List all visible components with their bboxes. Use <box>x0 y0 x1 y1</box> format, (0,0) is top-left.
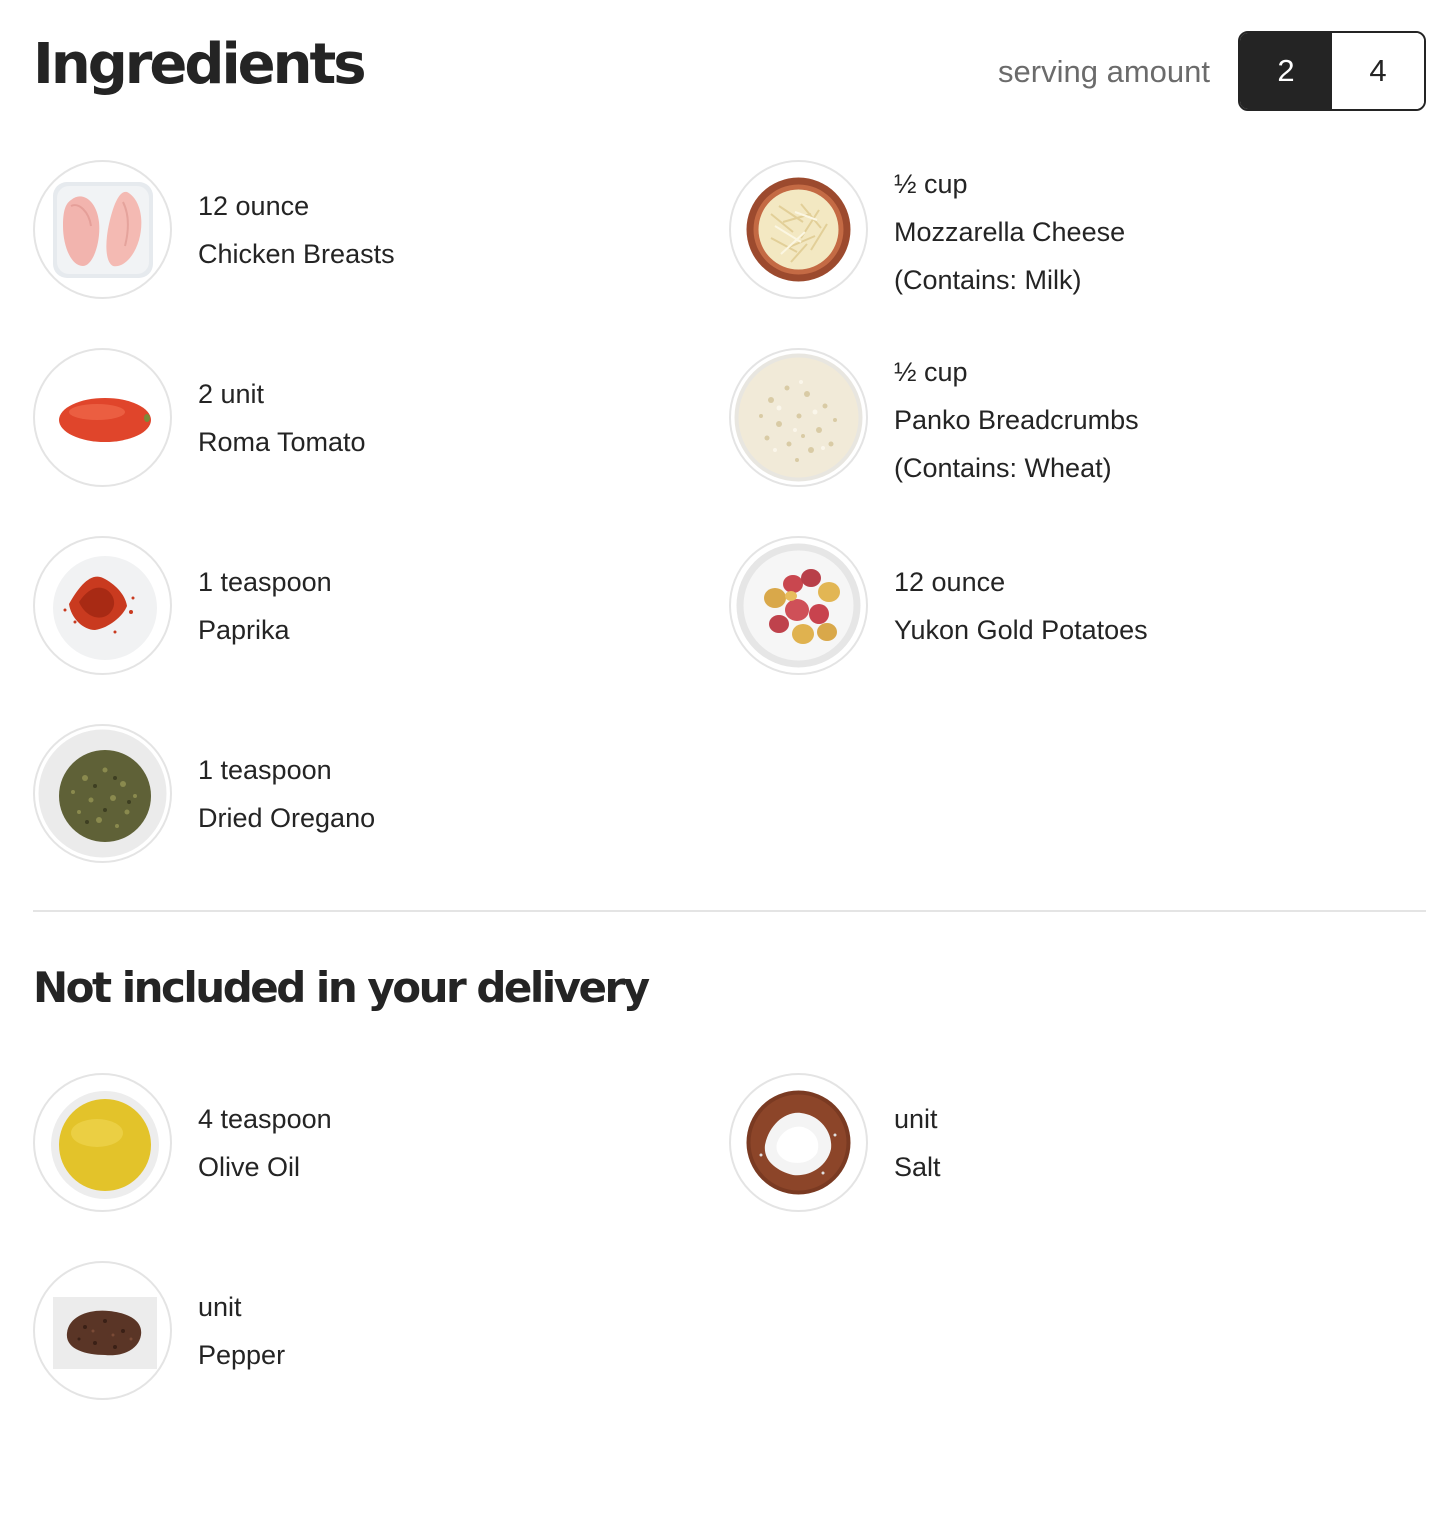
salt-image <box>729 1073 868 1212</box>
ingredient-text: unit Pepper <box>198 1261 285 1400</box>
ingredient-text: ½ cup Mozzarella Cheese (Contains: Milk) <box>894 160 1125 304</box>
ingredient-text: unit Salt <box>894 1073 941 1212</box>
ingredient-name: Roma Tomato <box>198 426 366 457</box>
ingredient-allergen: (Contains: Wheat) <box>894 453 1112 483</box>
ingredient-name: Paprika <box>198 614 290 645</box>
ingredient-name: Olive Oil <box>198 1151 301 1182</box>
ingredient-dried-oregano: 1 teaspoon Dried Oregano <box>33 724 729 863</box>
ingredient-mozzarella-cheese: ½ cup Mozzarella Cheese (Contains: Milk) <box>729 160 1426 299</box>
serving-option-4[interactable]: 4 <box>1332 33 1424 109</box>
serving-amount-label: serving amount <box>998 54 1210 89</box>
yukon-gold-potatoes-image <box>729 536 868 675</box>
ingredient-text: 2 unit Roma Tomato <box>198 348 366 487</box>
ingredient-text: 4 teaspoon Olive Oil <box>198 1073 332 1212</box>
ingredient-roma-tomato: 2 unit Roma Tomato <box>33 348 729 487</box>
ingredient-paprika: 1 teaspoon Paprika <box>33 536 729 675</box>
ingredient-panko-breadcrumbs: ½ cup Panko Breadcrumbs (Contains: Wheat… <box>729 348 1426 487</box>
ingredient-text: 12 ounce Chicken Breasts <box>198 160 395 299</box>
ingredient-name: Dried Oregano <box>198 802 376 833</box>
ingredients-list: 12 ounce Chicken Breasts ½ cup Mozzarell… <box>33 160 1426 863</box>
ingredient-name: Mozzarella Cheese <box>894 217 1126 247</box>
ingredient-allergen: (Contains: Milk) <box>894 265 1082 295</box>
not-included-list: 4 teaspoon Olive Oil unit Salt unit Pepp… <box>33 1073 1426 1400</box>
page-title: Ingredients <box>33 32 367 97</box>
ingredients-header: Ingredients serving amount 2 4 <box>33 28 1426 118</box>
ingredient-amount: ½ cup <box>894 357 968 387</box>
ingredient-name: Panko Breadcrumbs <box>894 405 1139 435</box>
ingredient-amount: 12 ounce <box>198 190 310 221</box>
ingredient-text: 12 ounce Yukon Gold Potatoes <box>894 536 1148 675</box>
ingredient-olive-oil: 4 teaspoon Olive Oil <box>33 1073 729 1212</box>
ingredient-amount: 4 teaspoon <box>198 1103 332 1134</box>
ingredient-amount: unit <box>198 1291 242 1322</box>
ingredient-text: 1 teaspoon Paprika <box>198 536 332 675</box>
serving-amount-toggle: 2 4 <box>1238 31 1426 111</box>
ingredient-amount: unit <box>894 1103 938 1134</box>
ingredient-text: 1 teaspoon Dried Oregano <box>198 724 375 863</box>
ingredient-amount: ½ cup <box>894 169 968 199</box>
ingredient-amount: 1 teaspoon <box>198 754 332 785</box>
ingredient-amount: 1 teaspoon <box>198 566 332 597</box>
chicken-breasts-image <box>33 160 172 299</box>
panko-breadcrumbs-image <box>729 348 868 487</box>
ingredient-chicken-breasts: 12 ounce Chicken Breasts <box>33 160 729 299</box>
section-divider <box>33 910 1426 912</box>
not-included-title: Not included in your delivery <box>33 963 650 1012</box>
ingredient-name: Yukon Gold Potatoes <box>894 614 1148 645</box>
pepper-image <box>33 1261 172 1400</box>
roma-tomato-image <box>33 348 172 487</box>
ingredient-name: Salt <box>894 1151 941 1182</box>
ingredient-yukon-gold-potatoes: 12 ounce Yukon Gold Potatoes <box>729 536 1426 675</box>
ingredient-amount: 12 ounce <box>894 566 1006 597</box>
olive-oil-image <box>33 1073 172 1212</box>
ingredient-text: ½ cup Panko Breadcrumbs (Contains: Wheat… <box>894 348 1139 492</box>
paprika-image <box>33 536 172 675</box>
ingredient-name: Chicken Breasts <box>198 238 395 269</box>
ingredient-amount: 2 unit <box>198 378 265 409</box>
serving-option-2[interactable]: 2 <box>1240 33 1332 109</box>
ingredient-pepper: unit Pepper <box>33 1261 729 1400</box>
mozzarella-cheese-image <box>729 160 868 299</box>
ingredient-name: Pepper <box>198 1339 286 1370</box>
dried-oregano-image <box>33 724 172 863</box>
ingredient-salt: unit Salt <box>729 1073 1426 1212</box>
